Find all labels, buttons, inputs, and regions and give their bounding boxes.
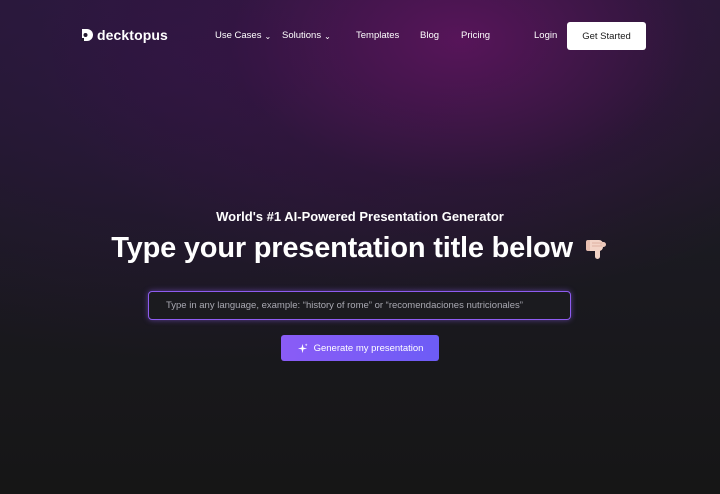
nav-templates-label: Templates (356, 30, 400, 41)
brand-name: decktopus (97, 27, 168, 43)
login-label: Login (534, 30, 558, 41)
hero-title: Type your presentation title below (111, 232, 573, 264)
generate-button-label: Generate my presentation (313, 342, 424, 354)
nav-templates[interactable]: Templates (356, 30, 399, 41)
nav-solutions-label: Solutions (282, 30, 322, 41)
hero-title-row: Type your presentation title below (0, 232, 720, 265)
presentation-title-input[interactable] (149, 292, 570, 319)
nav-use-cases[interactable]: Use Cases ⌄ (215, 30, 271, 41)
generate-presentation-button[interactable]: Generate my presentation (281, 335, 439, 361)
top-navigation: decktopus Use Cases ⌄ Solutions ⌄ Templa… (0, 0, 720, 72)
nav-pricing-label: Pricing (461, 30, 491, 41)
chevron-down-icon: ⌄ (324, 32, 331, 41)
chevron-down-icon: ⌄ (264, 32, 272, 41)
nav-use-cases-label: Use Cases (215, 30, 262, 41)
nav-pricing[interactable]: Pricing (461, 30, 490, 41)
nav-solutions[interactable]: Solutions ⌄ (282, 30, 331, 41)
decktopus-logo-icon (81, 29, 93, 41)
nav-blog-label: Blog (420, 30, 440, 41)
presentation-title-field[interactable] (148, 291, 571, 320)
pointing-down-hand-icon (585, 240, 606, 259)
brand-logo[interactable]: decktopus (81, 27, 168, 43)
sparkle-icon (297, 342, 308, 353)
get-started-button[interactable]: Get Started (567, 22, 646, 50)
hero-subtitle: World's #1 AI-Powered Presentation Gener… (216, 209, 504, 224)
login-link[interactable]: Login (534, 30, 557, 41)
nav-blog[interactable]: Blog (420, 30, 439, 41)
